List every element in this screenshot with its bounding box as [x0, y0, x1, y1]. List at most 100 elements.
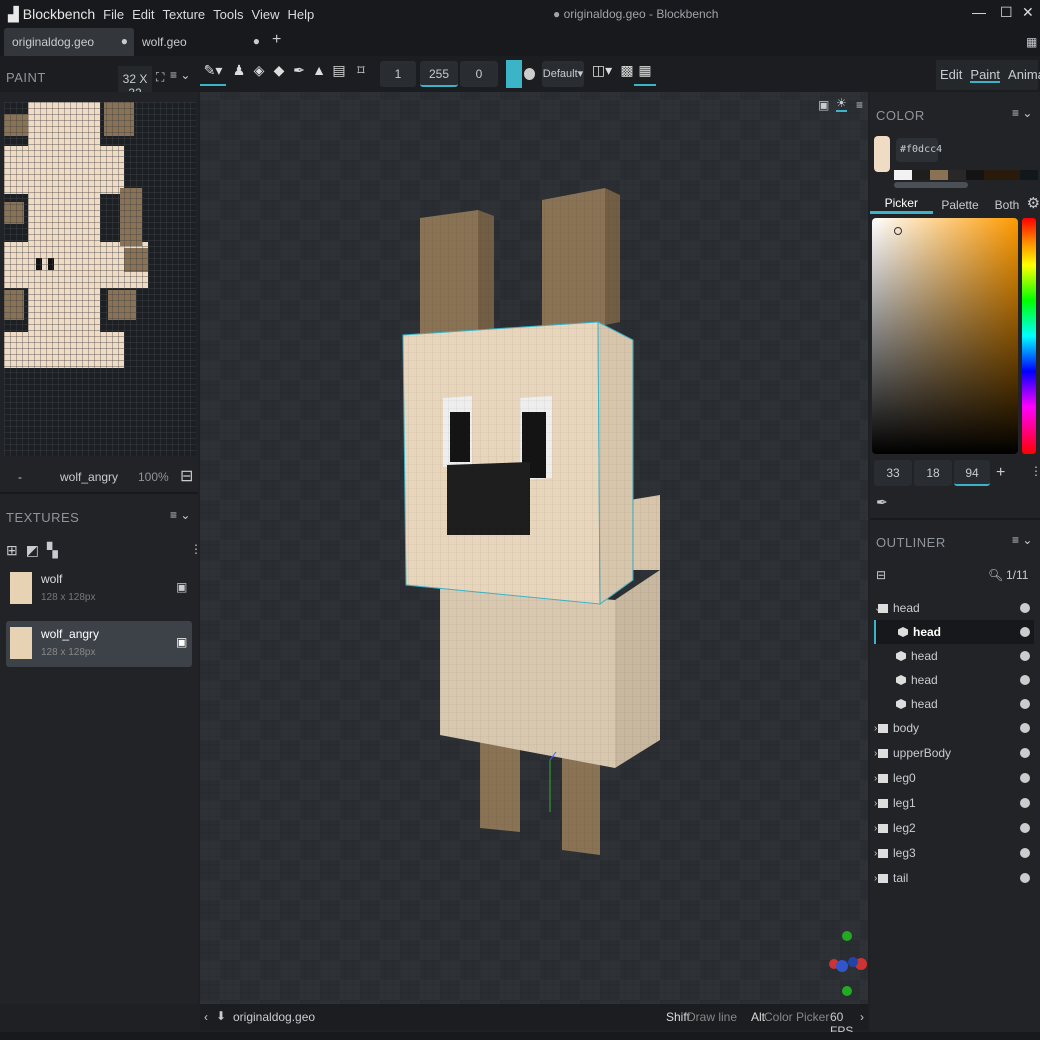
dog-model[interactable] — [200, 92, 868, 1004]
stamp-tool-icon[interactable]: ♟ — [228, 62, 250, 86]
tab-picker[interactable]: Picker — [870, 192, 933, 214]
hue-slider[interactable] — [1022, 218, 1036, 454]
add-color-button[interactable]: + — [996, 464, 1005, 482]
outliner-item[interactable]: head — [874, 692, 1034, 716]
tab-palette[interactable]: Palette — [933, 192, 988, 214]
visibility-icon[interactable] — [1020, 848, 1030, 858]
saturation-input[interactable]: 18 — [914, 460, 952, 486]
history-color-swatch[interactable] — [984, 170, 1002, 180]
outliner-item[interactable]: › leg0 — [874, 766, 1034, 790]
history-color-swatch[interactable] — [1020, 170, 1038, 180]
viewport-menu-icon[interactable]: ≡ — [856, 98, 863, 112]
hue-input[interactable]: 33 — [874, 460, 912, 486]
history-color-swatch[interactable] — [894, 170, 912, 180]
texture-canvas[interactable] — [4, 102, 196, 456]
screenshot-icon[interactable]: ▣ — [818, 98, 829, 112]
panel-menu-icon[interactable]: ≡ ⌄ — [170, 68, 190, 82]
square-brush-button[interactable] — [506, 60, 522, 88]
add-group-icon[interactable]: ⊟ — [876, 568, 886, 582]
visibility-icon[interactable] — [1020, 798, 1030, 808]
opacity-input[interactable]: 255 — [420, 61, 458, 87]
history-color-swatch[interactable] — [948, 170, 966, 180]
mode-animate[interactable]: Animate — [1008, 67, 1040, 83]
outliner-item[interactable]: › upperBody — [874, 741, 1034, 765]
outliner-item[interactable]: › body — [874, 716, 1034, 740]
outliner-item[interactable]: ⌄head — [874, 596, 1034, 620]
panel-menu-icon[interactable]: ≡ ⌄ — [170, 508, 190, 522]
tab-originaldog[interactable]: originaldog.geo ● — [4, 28, 134, 56]
search-icon[interactable]: 🔍︎ — [988, 568, 1003, 582]
tab-grid-icon[interactable]: ▦ — [1018, 28, 1040, 56]
split-view-icon[interactable]: ⊟ — [180, 466, 193, 486]
tab-both[interactable]: Both — [987, 192, 1026, 214]
menu-texture[interactable]: Texture — [163, 7, 206, 22]
hex-input[interactable]: #f0dcc4 — [896, 138, 942, 162]
visibility-icon[interactable] — [1020, 651, 1030, 661]
eyedropper-icon[interactable]: ✒ — [876, 494, 888, 511]
visibility-icon[interactable] — [1020, 603, 1030, 613]
history-color-swatch[interactable] — [912, 170, 930, 180]
mode-edit[interactable]: Edit — [940, 67, 962, 83]
outliner-item[interactable]: › leg2 — [874, 816, 1034, 840]
mirror-painting-icon[interactable]: ◫▾ — [590, 62, 614, 86]
panel-menu-icon[interactable]: ≡ ⌄ — [1012, 533, 1032, 547]
history-scrollbar[interactable] — [894, 182, 968, 188]
history-color-swatch[interactable] — [966, 170, 984, 180]
outliner-item[interactable]: › leg1 — [874, 791, 1034, 815]
outliner-item[interactable]: head — [874, 668, 1034, 692]
round-brush-button[interactable] — [524, 68, 535, 80]
visibility-icon[interactable] — [1020, 873, 1030, 883]
visibility-icon[interactable] — [1020, 748, 1030, 758]
value-input[interactable]: 94 — [954, 460, 990, 486]
shape-tool-icon[interactable]: ▲ — [308, 62, 330, 86]
pixel-grid-icon[interactable]: ▦ — [634, 62, 656, 86]
texture-actions[interactable]: ⊞◩▚ — [6, 542, 66, 559]
mode-paint[interactable]: Paint — [970, 67, 1001, 83]
texture-item-wolf-angry[interactable]: wolf_angry 128 x 128px ▣ — [6, 621, 192, 667]
chevron-right-icon[interactable]: › — [860, 1010, 864, 1024]
history-color-swatch[interactable] — [1002, 170, 1020, 180]
visibility-icon[interactable] — [1020, 627, 1030, 637]
tab-wolf[interactable]: wolf.geo ● — [134, 28, 264, 56]
save-icon[interactable]: ▣ — [176, 635, 187, 649]
lighting-icon[interactable]: ☀ — [836, 96, 847, 112]
visibility-icon[interactable] — [1020, 723, 1030, 733]
texture-item-wolf[interactable]: wolf 128 x 128px ▣ — [6, 566, 192, 612]
close-button[interactable]: ✕ — [1022, 4, 1034, 21]
gear-icon[interactable]: ⚙ — [1027, 192, 1040, 214]
visibility-icon[interactable] — [1020, 823, 1030, 833]
gradient-tool-icon[interactable]: ▤ — [328, 62, 350, 86]
menu-file[interactable]: File — [103, 7, 124, 22]
blend-mode-select[interactable]: Default▾ — [542, 61, 584, 87]
color-picker-tool-icon[interactable]: ✒ — [288, 62, 310, 86]
maximize-button[interactable]: ☐ — [1000, 4, 1013, 21]
menu-view[interactable]: View — [252, 7, 280, 22]
outliner-item[interactable]: head — [874, 620, 1034, 644]
minimize-button[interactable]: — — [972, 4, 986, 20]
softness-input[interactable]: 0 — [460, 61, 498, 87]
chevron-left-icon[interactable]: ‹ — [204, 1010, 208, 1024]
menu-tools[interactable]: Tools — [213, 7, 243, 22]
brush-size-input[interactable]: 1 — [380, 61, 416, 87]
zoom-out-button[interactable]: - — [18, 470, 22, 484]
more-icon[interactable]: ⋮ — [1030, 464, 1040, 478]
current-color-swatch[interactable] — [874, 136, 890, 172]
visibility-icon[interactable] — [1020, 699, 1030, 709]
outliner-item[interactable]: › tail — [874, 866, 1034, 890]
brush-tool-icon[interactable]: ✎▾ — [200, 62, 226, 86]
fill-tool-icon[interactable]: ◈ — [248, 62, 270, 86]
visibility-icon[interactable] — [1020, 675, 1030, 685]
resolution-label[interactable]: 32 X 32 — [118, 66, 152, 100]
3d-viewport[interactable]: ▣ ☀ ≡ — [200, 92, 868, 1004]
menu-help[interactable]: Help — [287, 7, 314, 22]
saturation-value-picker[interactable] — [872, 218, 1018, 454]
history-color-swatch[interactable] — [930, 170, 948, 180]
selection-tool-icon[interactable]: ⌑ — [350, 62, 372, 86]
fullscreen-icon[interactable]: ⛶ — [156, 70, 164, 85]
eraser-tool-icon[interactable]: ◆ — [268, 62, 290, 86]
new-tab-button[interactable]: + — [264, 28, 289, 56]
outliner-item[interactable]: › leg3 — [874, 841, 1034, 865]
outliner-item[interactable]: head — [874, 644, 1034, 668]
save-icon[interactable]: ▣ — [176, 580, 187, 594]
menu-edit[interactable]: Edit — [132, 7, 154, 22]
